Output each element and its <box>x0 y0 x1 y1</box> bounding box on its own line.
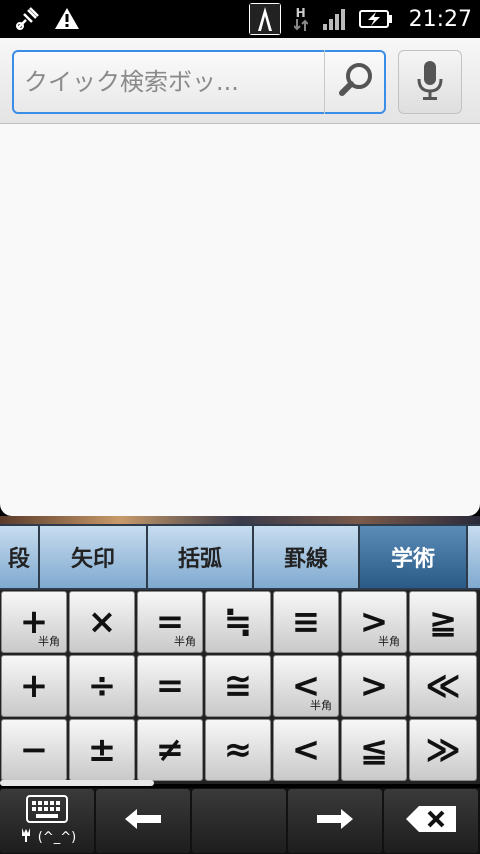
tab-ruled-lines[interactable]: 罫線 <box>254 526 360 588</box>
keyboard-bottom-row: (^_^) <box>0 788 480 854</box>
tab-label: 学術 <box>390 547 435 572</box>
tab-label: 段 <box>7 547 30 572</box>
search-icon <box>337 60 377 104</box>
key-symbol: ÷ <box>87 666 117 706</box>
tab-label: 罫線 <box>283 547 328 572</box>
symbol-keys: + 半角 × = 半角 ≒ ≡ > 半角 ≧ + ÷ = ≅ < 半角 > ≪ − ± … <box>0 590 480 784</box>
key-symbol: × <box>87 602 117 642</box>
emoticon-label: (^_^) <box>37 829 77 845</box>
symbol-key[interactable]: ≦ <box>341 719 407 781</box>
symbol-key[interactable]: > <box>341 655 407 717</box>
cursor-left-button[interactable] <box>96 789 190 853</box>
symbol-key[interactable]: < <box>273 719 339 781</box>
tab-dan[interactable]: 段 <box>0 526 40 588</box>
key-symbol: < <box>291 730 321 770</box>
key-symbol: ± <box>87 730 117 770</box>
left-arrow-icon <box>123 807 163 835</box>
network-type-label: H <box>295 6 306 20</box>
key-symbol: − <box>19 730 49 770</box>
symbol-key[interactable]: + <box>1 655 67 717</box>
key-symbol: > <box>359 666 389 706</box>
symbol-key[interactable]: − <box>1 719 67 781</box>
signal-icon <box>321 6 347 32</box>
symbol-key[interactable]: ≈ <box>205 719 271 781</box>
warning-icon <box>54 6 80 32</box>
key-symbol: ≡ <box>291 602 321 642</box>
symbol-key[interactable]: ≧ <box>409 591 477 653</box>
key-symbol: + <box>19 666 49 706</box>
key-subscript: 半角 <box>310 699 332 712</box>
symbol-key[interactable]: ≠ <box>137 719 203 781</box>
symbol-key[interactable]: < 半角 <box>273 655 339 717</box>
right-arrow-icon <box>315 807 355 835</box>
key-symbol: ≫ <box>425 730 461 770</box>
symbol-key[interactable]: × <box>69 591 135 653</box>
keyboard-mode-button[interactable]: (^_^) <box>0 789 94 853</box>
keyboard-icon <box>26 795 68 827</box>
tab-brackets[interactable]: 括弧 <box>148 526 254 588</box>
usb-debug-icon <box>14 6 40 32</box>
search-button[interactable] <box>324 50 388 114</box>
symbol-key[interactable]: ≒ <box>205 591 271 653</box>
key-symbol: ≪ <box>425 666 461 706</box>
key-subscript: 半角 <box>38 635 60 648</box>
symbol-key[interactable]: + 半角 <box>1 591 67 653</box>
cursor-right-button[interactable] <box>288 789 382 853</box>
symbol-key[interactable]: ≅ <box>205 655 271 717</box>
symbol-key[interactable]: = 半角 <box>137 591 203 653</box>
symbol-key[interactable]: ≡ <box>273 591 339 653</box>
symbol-key[interactable]: ≪ <box>409 655 477 717</box>
key-symbol: ≈ <box>223 730 253 770</box>
key-subscript: 半角 <box>378 635 400 648</box>
data-transfer-icon: H <box>293 6 309 32</box>
flower-icon <box>18 827 34 847</box>
key-symbol: ≅ <box>223 666 253 706</box>
symbol-key[interactable]: > 半角 <box>341 591 407 653</box>
status-bar: H 21:27 <box>0 0 480 38</box>
symbol-key[interactable]: ± <box>69 719 135 781</box>
app-notification-icon <box>248 3 281 35</box>
key-symbol: = <box>155 666 185 706</box>
keys-scroll-indicator <box>0 780 154 786</box>
backspace-icon <box>405 805 457 837</box>
key-subscript: 半角 <box>174 635 196 648</box>
suggestions-area <box>0 124 480 516</box>
search-input[interactable] <box>24 62 320 102</box>
battery-charging-icon <box>358 6 393 32</box>
tab-label: 矢印 <box>70 547 115 572</box>
symbol-category-tabs: 段 矢印 括弧 罫線 学術 <box>0 524 480 590</box>
search-box[interactable] <box>12 50 386 114</box>
voice-search-button[interactable] <box>398 50 462 114</box>
quick-search-panel <box>0 38 480 124</box>
symbol-key[interactable]: ≫ <box>409 719 477 781</box>
space-button[interactable] <box>192 789 286 853</box>
tab-label: 括弧 <box>177 547 222 572</box>
key-symbol: ≠ <box>155 730 185 770</box>
tab-academic[interactable]: 学術 <box>360 526 468 588</box>
symbol-key[interactable]: ÷ <box>69 655 135 717</box>
clock: 21:27 <box>408 6 472 32</box>
key-symbol: ≒ <box>223 602 253 642</box>
tab-next-partial[interactable] <box>468 526 480 588</box>
key-symbol: ≦ <box>359 730 389 770</box>
symbol-key[interactable]: = <box>137 655 203 717</box>
tab-arrows[interactable]: 矢印 <box>40 526 148 588</box>
microphone-icon <box>415 59 445 105</box>
backspace-button[interactable] <box>384 789 478 853</box>
key-symbol: ≧ <box>428 602 458 642</box>
